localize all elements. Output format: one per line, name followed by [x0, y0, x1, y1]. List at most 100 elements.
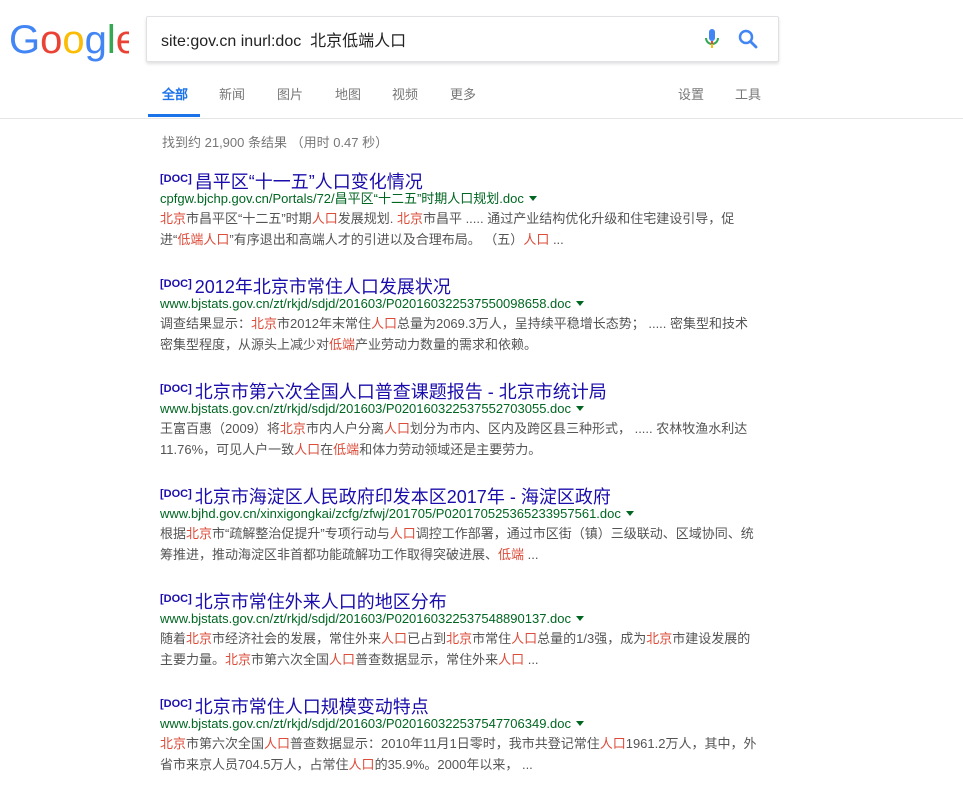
result-title-link[interactable]: 北京市第六次全国人口普查课题报告 - 北京市统计局 — [195, 382, 607, 402]
highlighted-term: 低端 — [333, 442, 360, 457]
result-title-link[interactable]: 北京市常住人口规模变动特点 — [195, 697, 429, 717]
highlighted-term: 北京 — [396, 211, 423, 226]
snippet-text: ... — [549, 232, 564, 247]
snippet-text: 调控工作部署，通过市区街（镇）三级联动、区域协同、统 — [415, 526, 754, 541]
result-url: cpfgw.bjchp.gov.cn/Portals/72/昌平区“十二五”时期… — [160, 191, 524, 206]
result-title-link[interactable]: 北京市常住外来人口的地区分布 — [195, 592, 447, 612]
snippet-text: 市昌平 ..... 通过产业结构优化升级和住宅建设引导，促 — [422, 211, 735, 226]
result-url-row: www.bjstats.gov.cn/zt/rkjd/sdjd/201603/P… — [160, 400, 770, 418]
header: Google 全部 新闻 图片 地图 视频 更多 设置 工具 — [0, 0, 963, 119]
search-results-page: Google 全部 新闻 图片 地图 视频 更多 设置 工具 — [0, 0, 963, 786]
highlighted-term: 北京 — [279, 421, 306, 436]
tab-settings[interactable]: 设置 — [678, 88, 704, 116]
highlighted-term: 人口 — [348, 757, 375, 772]
result-url: www.bjstats.gov.cn/zt/rkjd/sdjd/201603/P… — [160, 611, 571, 626]
snippet-text: 市常住 — [472, 631, 512, 646]
snippet-text: 的35.9%。2000年以来， ... — [374, 757, 533, 772]
highlighted-term: 北京 — [225, 652, 252, 667]
snippet-text: 筹推进，推动海淀区非首都功能疏解功工作取得突破进展、 — [160, 547, 499, 562]
file-type-tag: [DOC] — [160, 383, 192, 395]
url-dropdown-caret-icon[interactable] — [625, 511, 634, 516]
result-title-row: [DOC] 2012年北京市常住人口发展状况 — [160, 273, 770, 297]
snippet-text: 市“疏解整治促提升”专项行动与 — [212, 526, 390, 541]
snippet-text: 市昌平区“十二五”时期 — [186, 211, 312, 226]
snippet-line: 筹推进，推动海淀区非首都功能疏解功工作取得突破进展、低端 ... — [160, 544, 760, 565]
tab-all[interactable]: 全部 — [162, 88, 188, 116]
search-result: [DOC] 北京市海淀区人民政府印发本区2017年 - 海淀区政府 www.bjhd… — [160, 483, 770, 565]
snippet-text: 普查数据显示，常住外来 — [355, 652, 499, 667]
snippet-text: 随着 — [160, 631, 187, 646]
highlighted-term: 人口 — [389, 526, 416, 541]
svg-text:Google: Google — [9, 19, 129, 62]
file-type-tag: [DOC] — [160, 593, 192, 605]
snippet-text: 普查数据显示：2010年11月1日零时，我市共登记常住 — [290, 736, 600, 751]
tab-images[interactable]: 图片 — [277, 88, 303, 116]
highlighted-term: 人口 — [498, 652, 525, 667]
result-title-link[interactable]: 2012年北京市常住人口发展状况 — [195, 277, 451, 297]
url-dropdown-caret-icon[interactable] — [528, 196, 537, 201]
search-result: [DOC] 2012年北京市常住人口发展状况 www.bjstats.gov.cn/… — [160, 273, 770, 355]
result-url: www.bjstats.gov.cn/zt/rkjd/sdjd/201603/P… — [160, 296, 571, 311]
microphone-icon[interactable] — [700, 27, 724, 51]
tab-videos[interactable]: 视频 — [392, 88, 418, 116]
result-snippet: 根据北京市“疏解整治促提升”专项行动与人口调控工作部署，通过市区街（镇）三级联动… — [160, 523, 760, 565]
result-url-row: www.bjstats.gov.cn/zt/rkjd/sdjd/201603/P… — [160, 610, 770, 628]
snippet-line: 调查结果显示：北京市2012年末常住人口总量为2069.3万人，呈持续平稳增长态… — [160, 313, 760, 334]
url-dropdown-caret-icon[interactable] — [576, 616, 584, 621]
tab-tools[interactable]: 工具 — [735, 88, 761, 116]
result-url: www.bjhd.gov.cn/xinxigongkai/zcfg/zfwj/2… — [160, 506, 621, 521]
search-result: [DOC] 昌平区“十一五”人口变化情况 cpfgw.bjchp.gov.cn/Po… — [160, 168, 770, 250]
url-dropdown-caret-icon[interactable] — [576, 406, 584, 411]
snippet-text: 11.76%，可见人户一致 — [160, 442, 295, 457]
snippet-text: 总量的1/3强，成为 — [537, 631, 647, 646]
result-snippet: 王富百惠（2009）将北京市内人户分离人口划分为市内、区内及跨区县三种形式， .… — [160, 418, 760, 460]
snippet-text: 划分为市内、区内及跨区县三种形式， ..... 农林牧渔水利达 — [409, 421, 748, 436]
highlighted-term: 人口 — [383, 421, 410, 436]
tab-news[interactable]: 新闻 — [219, 88, 245, 116]
snippet-line: 密集型程度，从源头上减少对低端产业劳动力数量的需求和依赖。 — [160, 334, 760, 355]
highlighted-term: 人口 — [329, 652, 356, 667]
snippet-text: 调查结果显示： — [160, 316, 252, 331]
snippet-text: 省市来京人员704.5万人，占常住 — [160, 757, 349, 772]
snippet-text: 产业劳动力数量的需求和依赖。 — [355, 337, 538, 352]
result-title-link[interactable]: 昌平区“十一五”人口变化情况 — [195, 172, 423, 192]
tab-maps[interactable]: 地图 — [335, 88, 361, 116]
result-title-link[interactable]: 北京市海淀区人民政府印发本区2017年 - 海淀区政府 — [195, 487, 611, 507]
result-snippet: 调查结果显示：北京市2012年末常住人口总量为2069.3万人，呈持续平稳增长态… — [160, 313, 760, 355]
snippet-line: 王富百惠（2009）将北京市内人户分离人口划分为市内、区内及跨区县三种形式， .… — [160, 418, 760, 439]
highlighted-term: 人口 — [599, 736, 626, 751]
result-url-row: www.bjstats.gov.cn/zt/rkjd/sdjd/201603/P… — [160, 715, 770, 733]
file-type-tag: [DOC] — [160, 698, 192, 710]
snippet-text: ”有序退出和高端人才的引进以及合理布局。 （五） — [229, 232, 524, 247]
highlighted-term: 人口 — [381, 631, 408, 646]
result-title-row: [DOC] 北京市常住人口规模变动特点 — [160, 693, 770, 717]
snippet-text: 根据 — [160, 526, 187, 541]
search-box — [146, 16, 779, 62]
search-result: [DOC] 北京市常住外来人口的地区分布 www.bjstats.gov.cn/zt… — [160, 588, 770, 670]
search-input[interactable] — [161, 17, 681, 61]
snippet-text: 1961.2万人，其中，外 — [625, 736, 757, 751]
result-title-row: [DOC] 北京市第六次全国人口普查课题报告 - 北京市统计局 — [160, 378, 770, 402]
result-title-row: [DOC] 北京市常住外来人口的地区分布 — [160, 588, 770, 612]
result-url-row: cpfgw.bjchp.gov.cn/Portals/72/昌平区“十二五”时期… — [160, 190, 770, 208]
snippet-text: 总量为2069.3万人，呈持续平稳增长态势； ..... 密集型和技术 — [396, 316, 749, 331]
result-snippet: 北京市昌平区“十二五”时期人口发展规划. 北京市昌平 ..... 通过产业结构优… — [160, 208, 760, 250]
url-dropdown-caret-icon[interactable] — [576, 301, 584, 306]
snippet-text: 市2012年末常住 — [277, 316, 371, 331]
snippet-line: 北京市昌平区“十二五”时期人口发展规划. 北京市昌平 ..... 通过产业结构优… — [160, 208, 760, 229]
snippet-line: 省市来京人员704.5万人，占常住人口的35.9%。2000年以来， ... — [160, 754, 760, 775]
search-icon[interactable] — [736, 27, 760, 51]
snippet-text: 和体力劳动领域还是主要劳力。 — [359, 442, 542, 457]
highlighted-term: 人口 — [311, 211, 338, 226]
highlighted-term: 北京 — [186, 631, 213, 646]
snippet-text: 市建设发展的 — [672, 631, 751, 646]
snippet-text: 主要力量。 — [160, 652, 226, 667]
highlighted-term: 人口 — [523, 232, 550, 247]
snippet-text: 市第六次全国 — [251, 652, 330, 667]
google-logo[interactable]: Google — [9, 19, 129, 63]
highlighted-term: 人口 — [511, 631, 538, 646]
url-dropdown-caret-icon[interactable] — [576, 721, 584, 726]
search-tabs: 全部 新闻 图片 地图 视频 更多 设置 工具 — [0, 80, 963, 118]
tab-more[interactable]: 更多 — [450, 88, 476, 116]
highlighted-term: 低端 — [329, 337, 356, 352]
